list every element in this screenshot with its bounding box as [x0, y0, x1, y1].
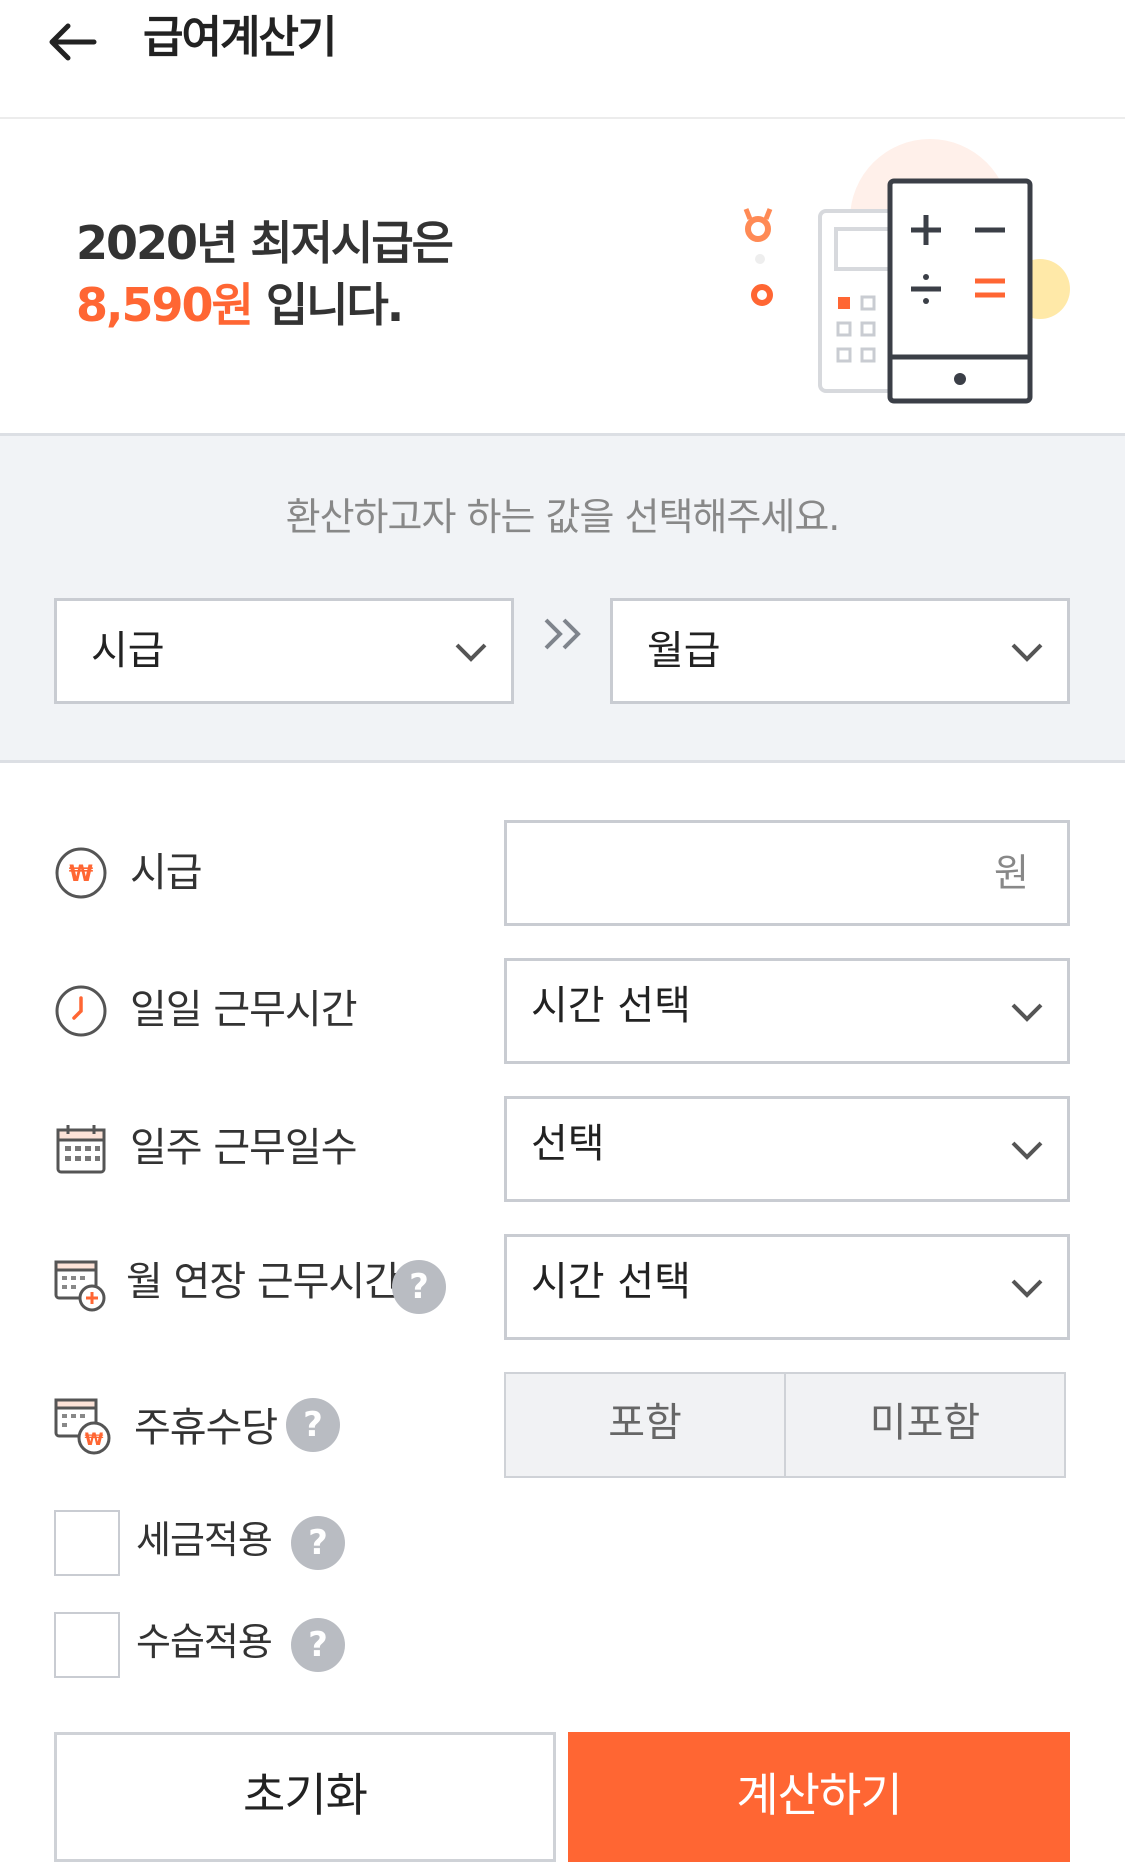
daily-hours-dropdown[interactable]: 시간 선택 — [504, 958, 1070, 1064]
svg-text:₩: ₩ — [69, 862, 93, 887]
probation-label: 수습적용 — [136, 1620, 273, 1664]
overtime-label: 월 연장 근무시간 — [126, 1259, 401, 1305]
holiday-pay-include-button[interactable]: 포함 — [504, 1372, 786, 1478]
weekly-days-value: 선택 — [531, 1121, 605, 1167]
weekly-days-dropdown[interactable]: 선택 — [504, 1096, 1070, 1202]
weekly-days-label: 일주 근무일수 — [130, 1125, 358, 1171]
daily-hours-label: 일일 근무시간 — [130, 987, 358, 1033]
calendar-icon — [56, 1125, 106, 1174]
banner-line2: 8,590원 입니다. — [76, 269, 404, 335]
tax-help-icon[interactable]: ? — [291, 1516, 345, 1570]
overtime-value: 시간 선택 — [531, 1259, 691, 1305]
calculator-illustration-icon — [743, 139, 1070, 404]
minimum-wage-banner: 2020년 최저시급은 8,590원 입니다. — [0, 119, 1125, 433]
from-unit-dropdown[interactable]: 시급 — [54, 598, 514, 704]
clock-icon — [55, 985, 107, 1037]
calendar-won-icon: ₩ — [54, 1398, 111, 1455]
selector-prompt: 환산하고자 하는 값을 선택해주세요. — [285, 495, 841, 539]
conversion-selector-panel: 환산하고자 하는 값을 선택해주세요. 시급 월급 — [0, 433, 1125, 763]
banner-line1: 2020년 최저시급은 — [76, 216, 454, 270]
holiday-pay-exclude-button[interactable]: 미포함 — [786, 1372, 1066, 1478]
tax-label: 세금적용 — [136, 1518, 273, 1562]
svg-text:₩: ₩ — [85, 1430, 104, 1450]
won-unit-label: 원 — [994, 851, 1029, 895]
to-unit-value: 월급 — [647, 628, 721, 674]
chevron-down-icon — [1011, 643, 1043, 662]
tax-checkbox[interactable] — [54, 1510, 120, 1576]
arrow-left-icon — [49, 23, 97, 61]
banner-suffix: 입니다. — [251, 278, 404, 332]
holiday-pay-toggle: 포함 미포함 — [504, 1372, 1066, 1478]
chevron-down-icon — [1011, 1279, 1043, 1298]
chevron-down-icon — [455, 643, 487, 662]
hourly-wage-label: 시급 — [130, 850, 203, 896]
chevron-down-icon — [1011, 1003, 1043, 1022]
minimum-wage-value: 8,590원 — [76, 278, 254, 332]
overtime-dropdown[interactable]: 시간 선택 — [504, 1234, 1070, 1340]
reset-button[interactable]: 초기화 — [54, 1732, 556, 1862]
won-coin-icon: ₩ — [55, 847, 107, 899]
probation-checkbox[interactable] — [54, 1612, 120, 1678]
daily-hours-value: 시간 선택 — [531, 983, 691, 1029]
chevron-down-icon — [1011, 1141, 1043, 1160]
double-chevron-right-icon — [544, 618, 581, 650]
overtime-help-icon[interactable]: ? — [392, 1260, 446, 1314]
holiday-pay-label: 주휴수당 — [134, 1405, 278, 1451]
page-title: 급여계산기 — [143, 12, 337, 63]
hourly-wage-input[interactable] — [527, 843, 991, 905]
back-button[interactable] — [40, 12, 104, 72]
hourly-wage-field[interactable]: 원 — [504, 820, 1070, 926]
probation-help-icon[interactable]: ? — [291, 1618, 345, 1672]
calculate-button[interactable]: 계산하기 — [568, 1732, 1070, 1862]
app-header: 급여계산기 — [0, 0, 1125, 119]
calendar-plus-icon — [54, 1260, 106, 1312]
to-unit-dropdown[interactable]: 월급 — [610, 598, 1070, 704]
from-unit-value: 시급 — [91, 628, 165, 674]
holiday-pay-help-icon[interactable]: ? — [286, 1398, 340, 1452]
